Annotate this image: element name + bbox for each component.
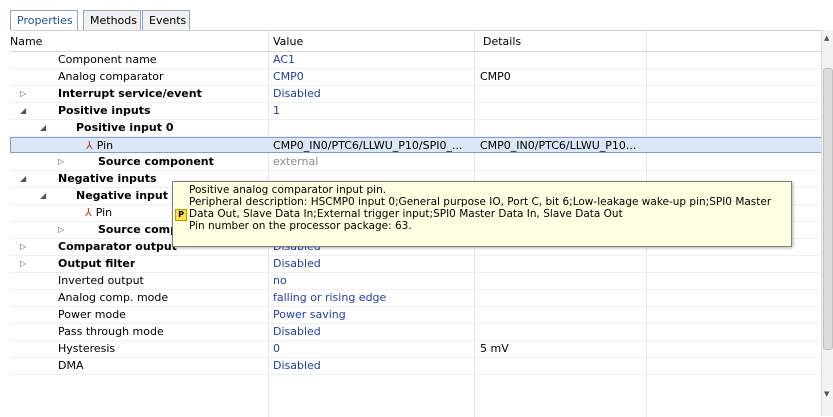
- row-value[interactable]: Disabled: [273, 86, 321, 102]
- tooltip-line: Positive analog comparator input pin.: [189, 184, 387, 196]
- row-name: Analog comparator: [58, 70, 164, 83]
- row-name: Pass through mode: [58, 325, 164, 338]
- row-value[interactable]: external: [273, 154, 318, 170]
- collapsed-arrow-icon[interactable]: ▷: [20, 256, 26, 272]
- tooltip-line: Peripheral description: HSCMP0 input 0;G…: [189, 196, 772, 208]
- collapsed-arrow-icon[interactable]: ▷: [58, 222, 64, 238]
- table-row[interactable]: ▷ Source component external: [10, 154, 822, 171]
- row-value[interactable]: Disabled: [273, 358, 321, 374]
- pin-icon: ⅄: [86, 139, 93, 152]
- table-row[interactable]: Inverted output no: [10, 273, 822, 290]
- scroll-up-icon[interactable]: ▲: [824, 34, 829, 42]
- expanded-arrow-icon[interactable]: ◢: [20, 171, 26, 187]
- table-row[interactable]: Analog comp. mode falling or rising edge: [10, 290, 822, 307]
- expanded-arrow-icon[interactable]: ◢: [40, 120, 46, 136]
- row-name: Negative input 0: [76, 189, 176, 202]
- table-row[interactable]: DMA Disabled: [10, 358, 822, 375]
- collapsed-arrow-icon[interactable]: ▷: [20, 86, 26, 102]
- row-value[interactable]: AC1: [273, 52, 295, 68]
- expanded-arrow-icon[interactable]: ◢: [20, 103, 26, 119]
- pin-icon: ⅄: [85, 206, 92, 219]
- row-value[interactable]: no: [273, 273, 287, 289]
- column-header-value[interactable]: Value: [273, 35, 303, 48]
- row-value[interactable]: Disabled: [273, 324, 321, 340]
- tab-properties[interactable]: Properties: [10, 10, 78, 31]
- row-value[interactable]: 0: [273, 341, 280, 357]
- row-name: Output filter: [58, 257, 136, 270]
- row-name: ⅄ Pin: [85, 205, 112, 221]
- collapsed-arrow-icon[interactable]: ▷: [58, 154, 64, 170]
- table-row[interactable]: ▷ Output filter Disabled: [10, 256, 822, 273]
- row-name: Source component: [98, 155, 214, 168]
- row-name: Negative inputs: [58, 172, 157, 185]
- column-header-name[interactable]: Name: [10, 35, 42, 48]
- property-badge-icon: P: [175, 209, 187, 221]
- column-header-details[interactable]: Details: [483, 35, 521, 48]
- tab-events[interactable]: Events: [142, 10, 190, 30]
- table-row[interactable]: Pass through mode Disabled: [10, 324, 822, 341]
- row-name: Positive input 0: [76, 121, 174, 134]
- row-name: Analog comp. mode: [58, 291, 169, 304]
- scrollbar-thumb[interactable]: [823, 68, 833, 350]
- tab-methods[interactable]: Methods: [83, 10, 141, 30]
- pin-tooltip: P Positive analog comparator input pin. …: [172, 181, 792, 247]
- row-name: Inverted output: [58, 274, 144, 287]
- row-name: ⅄ Pin: [86, 138, 113, 154]
- tab-bar: Properties Methods Events: [0, 0, 833, 31]
- table-row-selected[interactable]: ⅄ Pin CMP0_IN0/PTC6/LLWU_P10/SPI0_... CMP…: [10, 137, 822, 153]
- table-row[interactable]: ◢ Positive inputs 1: [10, 103, 822, 120]
- collapsed-arrow-icon[interactable]: ▷: [20, 239, 26, 255]
- tooltip-line: Pin number on the processor package: 63.: [189, 220, 412, 232]
- row-name: Positive inputs: [58, 104, 151, 117]
- table-row[interactable]: Power mode Power saving: [10, 307, 822, 324]
- row-value[interactable]: falling or rising edge: [273, 290, 386, 306]
- row-name: Comparator output: [58, 240, 177, 253]
- row-details: CMP0_IN0/PTC6/LLWU_P10...: [480, 139, 637, 152]
- table-row[interactable]: Hysteresis 0 5 mV: [10, 341, 822, 358]
- table-row[interactable]: Analog comparator CMP0 CMP0: [10, 69, 822, 86]
- row-name-text: Pin: [96, 139, 114, 152]
- expanded-arrow-icon[interactable]: ◢: [40, 188, 46, 204]
- row-details: 5 mV: [480, 342, 509, 355]
- row-value[interactable]: 1: [273, 103, 280, 119]
- row-value[interactable]: CMP0_IN0/PTC6/LLWU_P10/SPI0_...: [273, 138, 478, 154]
- row-name: Power mode: [58, 308, 126, 321]
- grid-header: Name Value Details: [10, 31, 833, 52]
- scroll-down-icon[interactable]: ▼: [824, 390, 829, 398]
- tooltip-text: Positive analog comparator input pin. Pe…: [189, 184, 787, 232]
- row-value[interactable]: CMP0: [273, 69, 304, 85]
- table-row[interactable]: ◢ Positive input 0: [10, 120, 822, 137]
- row-name: Hysteresis: [58, 342, 116, 355]
- row-name: Interrupt service/event: [58, 87, 202, 100]
- row-name: DMA: [58, 359, 84, 372]
- table-row[interactable]: Component name AC1: [10, 52, 822, 69]
- row-details: CMP0: [480, 70, 511, 83]
- tooltip-line: Data Out, Slave Data In;External trigger…: [189, 208, 623, 220]
- table-row[interactable]: ▷ Interrupt service/event Disabled: [10, 86, 822, 103]
- row-value[interactable]: Power saving: [273, 307, 346, 323]
- row-name-text: Pin: [95, 206, 113, 219]
- vertical-scrollbar[interactable]: ▲ ▼: [821, 30, 833, 416]
- row-value[interactable]: Disabled: [273, 256, 321, 272]
- row-name: Component name: [58, 53, 157, 66]
